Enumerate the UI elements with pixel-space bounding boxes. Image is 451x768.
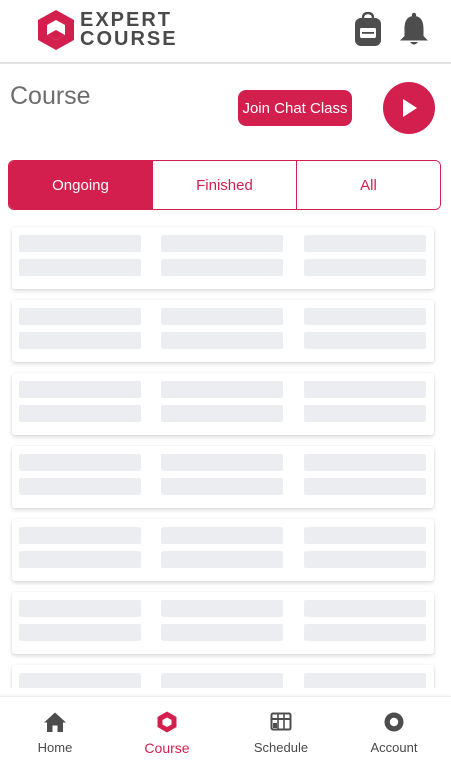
skeleton-line <box>304 478 426 495</box>
skeleton-line <box>304 454 426 471</box>
skeleton-line <box>161 405 283 422</box>
nav-item-account[interactable]: Account <box>349 697 439 768</box>
skeleton-line <box>19 624 141 641</box>
course-skeleton-card <box>12 227 434 289</box>
skeleton-line <box>19 454 141 471</box>
skeleton-line <box>161 454 283 471</box>
backpack-icon[interactable] <box>354 12 382 46</box>
play-button[interactable] <box>383 82 435 134</box>
skeleton-line <box>161 235 283 252</box>
skeleton-line <box>304 600 426 617</box>
home-icon <box>44 712 66 732</box>
skeleton-line <box>161 624 283 641</box>
skeleton-line <box>304 527 426 544</box>
skeleton-line <box>19 332 141 349</box>
course-list[interactable] <box>0 215 451 688</box>
schedule-icon <box>270 712 292 731</box>
skeleton-line <box>19 259 141 276</box>
skeleton-line <box>161 259 283 276</box>
nav-label-course: Course <box>144 740 190 756</box>
tab-all[interactable]: All <box>296 161 440 209</box>
skeleton-line <box>19 673 141 688</box>
skeleton-line <box>19 405 141 422</box>
nav-label-home: Home <box>37 740 73 755</box>
skeleton-line <box>304 308 426 325</box>
expert-course-logo[interactable]: EXPERT COURSE <box>36 9 178 51</box>
nav-item-schedule[interactable]: Schedule <box>236 697 326 768</box>
logo-hexagon-icon <box>38 10 74 50</box>
skeleton-line <box>19 527 141 544</box>
skeleton-line <box>304 551 426 568</box>
course-skeleton-card <box>12 373 434 435</box>
skeleton-line <box>19 551 141 568</box>
skeleton-line <box>304 624 426 641</box>
course-filter-tabs: Ongoing Finished All <box>8 160 441 210</box>
course-skeleton-card <box>12 446 434 508</box>
skeleton-line <box>161 600 283 617</box>
skeleton-line <box>304 381 426 398</box>
skeleton-line <box>161 381 283 398</box>
hexagon-icon <box>157 711 177 733</box>
course-skeleton-card <box>12 592 434 654</box>
account-icon <box>384 712 404 732</box>
skeleton-line <box>304 405 426 422</box>
tab-finished[interactable]: Finished <box>152 161 296 209</box>
skeleton-line <box>19 381 141 398</box>
logo-line-2: COURSE <box>80 28 178 50</box>
bottom-navigation: Home Course Schedule Account <box>0 696 451 768</box>
skeleton-line <box>19 478 141 495</box>
skeleton-line <box>161 527 283 544</box>
skeleton-line <box>304 673 426 688</box>
nav-item-home[interactable]: Home <box>10 697 100 768</box>
skeleton-line <box>19 235 141 252</box>
nav-label-schedule: Schedule <box>253 740 309 755</box>
skeleton-line <box>304 235 426 252</box>
bell-icon[interactable] <box>398 12 430 46</box>
course-skeleton-card <box>12 665 434 688</box>
page-title: Course <box>10 82 91 110</box>
skeleton-line <box>19 600 141 617</box>
skeleton-line <box>161 673 283 688</box>
course-skeleton-card <box>12 300 434 362</box>
skeleton-line <box>19 308 141 325</box>
course-skeleton-card <box>12 519 434 581</box>
skeleton-line <box>161 308 283 325</box>
top-bar: EXPERT COURSE <box>0 0 451 64</box>
play-icon <box>403 99 417 117</box>
join-chat-class-button[interactable]: Join Chat Class <box>238 90 352 126</box>
tab-ongoing[interactable]: Ongoing <box>9 161 152 209</box>
skeleton-line <box>161 551 283 568</box>
skeleton-line <box>161 332 283 349</box>
skeleton-line <box>161 478 283 495</box>
nav-item-course[interactable]: Course <box>122 697 212 768</box>
logo-text: EXPERT COURSE <box>80 10 178 50</box>
skeleton-line <box>304 332 426 349</box>
nav-label-account: Account <box>370 740 418 755</box>
skeleton-line <box>304 259 426 276</box>
